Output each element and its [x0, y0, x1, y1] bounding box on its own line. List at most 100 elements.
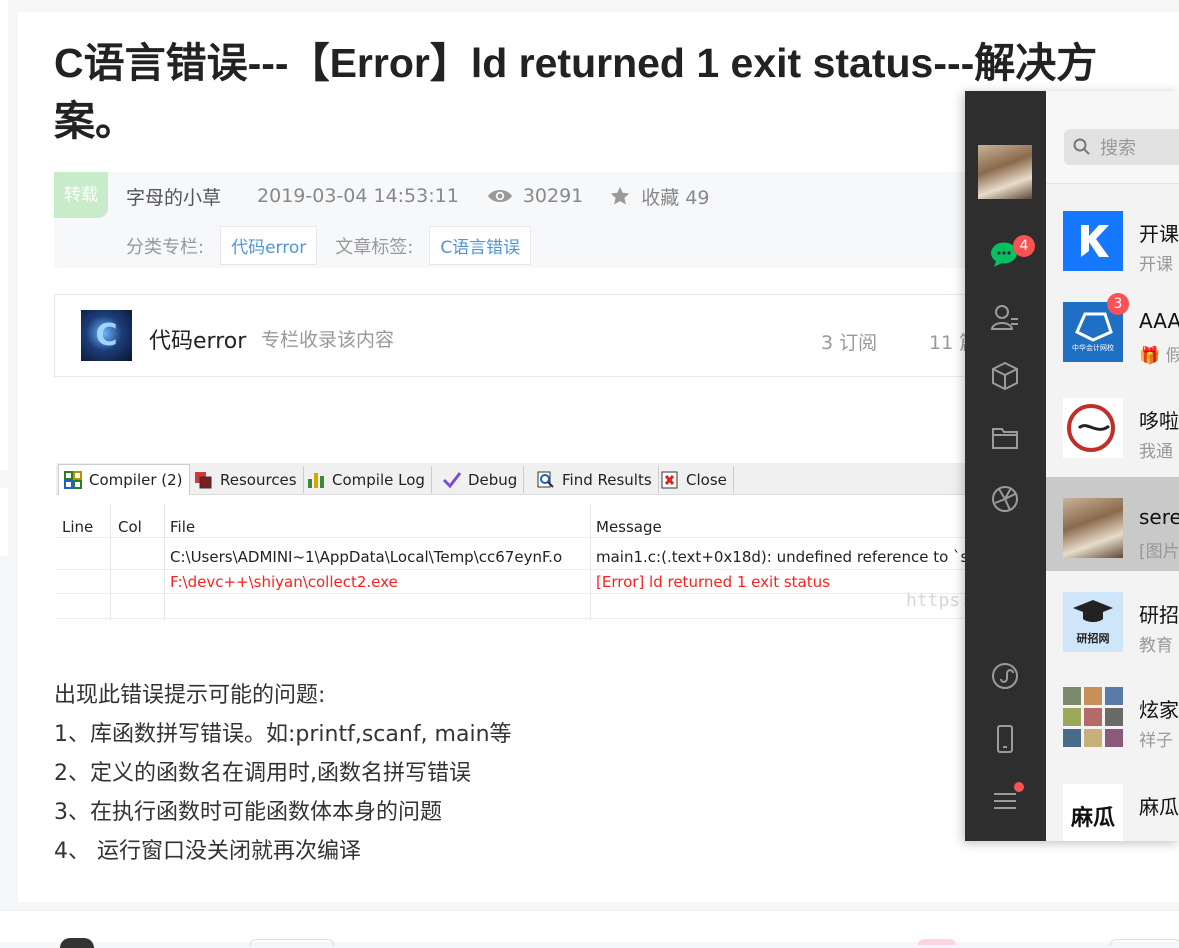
view-count: 30291: [487, 185, 583, 207]
checkmark-icon: [442, 471, 462, 488]
search-icon: [1073, 138, 1090, 155]
author-avatar[interactable]: [60, 938, 94, 948]
contacts-icon[interactable]: [990, 302, 1020, 332]
comment-button[interactable]: [1110, 939, 1179, 946]
star-icon: [611, 186, 630, 205]
chat-avatar: 麻瓜: [1063, 784, 1123, 841]
bar-chart-icon: [308, 472, 324, 488]
publish-time: 2019-03-04 14:53:11: [257, 185, 459, 207]
chat-item[interactable]: 中华会计网校 3 AAA 🎁 假: [1046, 281, 1179, 375]
like-button[interactable]: [918, 939, 956, 945]
group-avatar-icon: [1063, 687, 1123, 747]
tab-label: Find Results: [562, 470, 652, 489]
column-name[interactable]: 代码error: [149, 323, 246, 355]
miniprogram-icon[interactable]: [990, 661, 1020, 691]
tag-chip[interactable]: C语言错误: [429, 226, 532, 265]
folder-icon[interactable]: [990, 423, 1020, 453]
chat-preview: 教育: [1139, 636, 1173, 656]
column-header-message[interactable]: Message: [596, 518, 662, 536]
tab-label: Resources: [220, 470, 297, 489]
logo-text: 麻瓜: [1070, 806, 1115, 831]
box-icon[interactable]: [990, 361, 1020, 391]
unread-badge: 4: [1013, 235, 1035, 257]
chat-name: sere: [1139, 505, 1179, 529]
column-header-line[interactable]: Line: [62, 518, 93, 536]
close-icon: [661, 471, 678, 488]
tab-debug[interactable]: Debug: [438, 466, 525, 493]
title-line-1: C语言错误---【Error】ld returned 1 exit status…: [54, 40, 1098, 86]
tags-label: 文章标签:: [335, 236, 414, 258]
seal-logo-icon: [1067, 404, 1115, 452]
chat-avatar: [1063, 498, 1123, 558]
tab-resources[interactable]: Resources: [190, 466, 304, 493]
chat-item-selected[interactable]: sere [图片: [1046, 477, 1179, 571]
resources-icon: [195, 471, 212, 488]
chat-name: 开课: [1139, 222, 1179, 246]
column-avatar[interactable]: C: [81, 310, 132, 361]
body-paragraph: 3、在执行函数时可能函数体本身的问题: [54, 800, 442, 825]
column-header-col[interactable]: Col: [118, 518, 142, 536]
phone-icon[interactable]: [990, 724, 1020, 754]
tab-label: Compile Log: [332, 470, 425, 489]
grid-icon: [64, 471, 82, 489]
logo-text: 中华会计网校: [1072, 344, 1114, 352]
category-chip[interactable]: 代码error: [220, 226, 318, 265]
author-link[interactable]: 字母的小草: [126, 183, 221, 210]
column-header-file[interactable]: File: [170, 518, 195, 536]
eye-icon: [487, 190, 512, 202]
find-icon: [537, 471, 554, 488]
chat-name: AAA: [1139, 309, 1179, 333]
body-paragraph: 2、定义的函数名在调用时,函数名拼写错误: [54, 761, 471, 786]
tab-label: Compiler (2): [89, 471, 183, 489]
col-divider: [110, 504, 111, 620]
chat-avatar: 研招网: [1063, 592, 1123, 652]
row1-message[interactable]: main1.c:(.text+0x18d): undefined referen…: [596, 548, 994, 566]
graduation-cap-icon: [1073, 600, 1113, 622]
view-count-value: 30291: [522, 185, 584, 207]
chat-preview: [图片: [1139, 542, 1179, 562]
tab-label: Close: [686, 470, 727, 489]
bottom-toolbar: [0, 910, 1179, 948]
chat-preview: 开课: [1139, 255, 1173, 275]
chat-preview: 祥子: [1139, 731, 1173, 751]
chat-name: 研招: [1139, 603, 1179, 627]
chat-item[interactable]: 哆啦 我通: [1046, 377, 1179, 471]
moments-icon[interactable]: [990, 484, 1020, 514]
menu-red-dot: [1014, 782, 1024, 792]
tab-compiler[interactable]: Compiler (2): [58, 464, 190, 495]
chat-name: 哆啦: [1139, 409, 1179, 433]
chat-item[interactable]: 研招网 研招 教育: [1046, 571, 1179, 665]
col-divider: [164, 504, 165, 620]
chat-avatar: [1063, 398, 1123, 458]
my-avatar[interactable]: [978, 145, 1032, 199]
follow-button[interactable]: [250, 939, 334, 946]
favorite-button[interactable]: 收藏 49: [609, 183, 709, 210]
tab-compile-log[interactable]: Compile Log: [302, 466, 432, 493]
repost-tag: 转载: [54, 172, 108, 218]
col-divider: [590, 504, 591, 620]
article-body: 出现此错误提示可能的问题: 1、库函数拼写错误。如:printf,scanf, …: [54, 676, 512, 871]
row1-file[interactable]: C:\Users\ADMINI~1\AppData\Local\Temp\cc6…: [170, 548, 562, 566]
k-logo-icon: [1081, 225, 1109, 257]
row2-file[interactable]: F:\devc++\shiyan\collect2.exe: [170, 573, 398, 591]
logo-text: 研招网: [1076, 632, 1110, 645]
chat-name: 麻瓜: [1139, 795, 1179, 819]
left-gutter-lower: [0, 488, 8, 556]
chat-avatar: [1063, 687, 1123, 747]
chat-avatar: [1063, 211, 1123, 271]
favorite-count: 收藏 49: [641, 186, 710, 209]
column-desc: 专栏收录该内容: [261, 329, 395, 351]
tab-close[interactable]: Close: [656, 466, 734, 493]
tab-find-results[interactable]: Find Results: [532, 466, 659, 493]
row2-message[interactable]: [Error] ld returned 1 exit status: [596, 573, 830, 591]
wechat-sidebar: 4: [965, 91, 1046, 841]
chat-preview: 🎁 假: [1139, 346, 1179, 366]
tab-label: Debug: [468, 470, 518, 489]
chat-item[interactable]: 麻瓜 麻瓜: [1046, 763, 1179, 841]
chat-item[interactable]: 开课 开课: [1046, 190, 1179, 284]
chat-preview: 我通: [1139, 442, 1173, 462]
chat-item[interactable]: 炫家 祥子: [1046, 666, 1179, 760]
column-subscribers: 3 订阅: [821, 332, 878, 354]
search-input[interactable]: 搜索: [1064, 129, 1179, 165]
body-paragraph: 1、库函数拼写错误。如:printf,scanf, main等: [54, 722, 512, 747]
